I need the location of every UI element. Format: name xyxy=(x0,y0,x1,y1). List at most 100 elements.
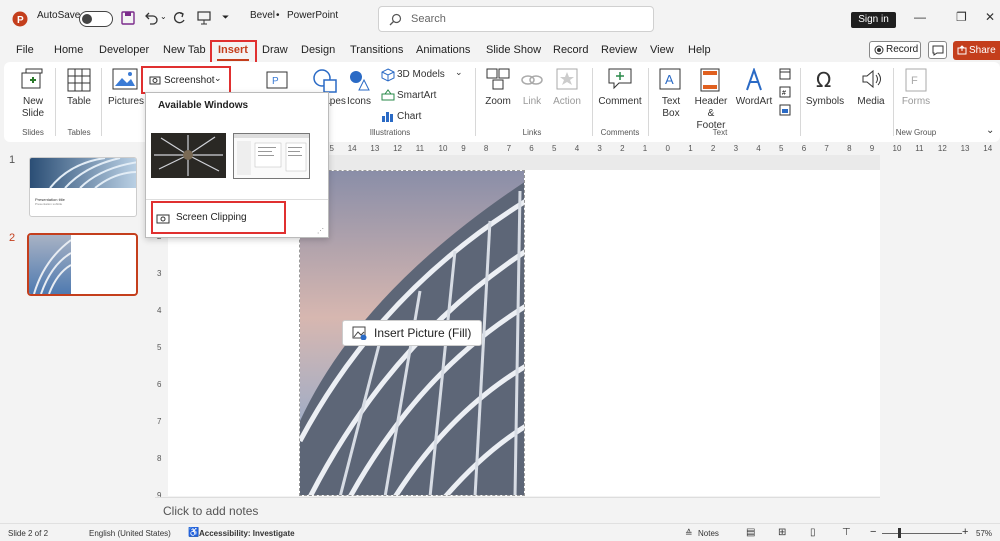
zoom-out-icon[interactable]: − xyxy=(870,526,876,538)
chart-button[interactable]: Chart xyxy=(397,111,421,122)
slide-sorter-icon[interactable]: ⊞ xyxy=(778,527,786,538)
autosave-label: AutoSave xyxy=(37,10,81,21)
header-footer-icon[interactable] xyxy=(700,68,720,92)
available-window-thumbnail-1[interactable] xyxy=(151,133,226,178)
zoom-slider-handle[interactable] xyxy=(898,528,901,538)
tab-record[interactable]: Record xyxy=(553,44,588,56)
group-text-label: Text xyxy=(712,128,728,137)
3d-models-button[interactable]: 3D Models xyxy=(397,69,445,80)
save-icon[interactable] xyxy=(121,11,135,25)
ruler-tick-label: 8 xyxy=(847,144,852,153)
customize-toolbar-icon[interactable]: ⏷ xyxy=(222,12,229,23)
notes-pane[interactable]: Click to add notes xyxy=(155,497,880,523)
slide-thumbnail-1[interactable]: Presentation title Presentation subtitle xyxy=(29,157,137,217)
tab-review[interactable]: Review xyxy=(601,44,637,56)
zoom-level[interactable]: 57% xyxy=(976,529,992,538)
3d-models-icon[interactable] xyxy=(381,68,395,82)
comment-icon xyxy=(932,45,944,56)
symbols-button[interactable]: Symbols xyxy=(805,96,845,107)
screen-clipping-highlight xyxy=(151,201,286,234)
sign-in-button[interactable]: Sign in xyxy=(851,12,896,28)
thumbnail-subtitle: Presentation subtitle xyxy=(35,202,63,206)
table-icon[interactable] xyxy=(67,68,91,92)
chart-icon[interactable] xyxy=(381,109,395,123)
present-from-beginning-icon[interactable] xyxy=(197,11,211,25)
table-button[interactable]: Table xyxy=(62,96,96,107)
zoom-in-icon[interactable]: + xyxy=(962,526,968,538)
tab-transitions[interactable]: Transitions xyxy=(350,44,403,56)
tab-design[interactable]: Design xyxy=(301,44,335,56)
new-slide-button[interactable]: New Slide xyxy=(14,96,52,120)
undo-icon[interactable] xyxy=(144,11,158,25)
insert-picture-label: Insert Picture (Fill) xyxy=(374,326,472,340)
autosave-toggle[interactable] xyxy=(79,11,113,27)
share-label: Share xyxy=(969,45,996,56)
accessibility-status[interactable]: Accessibility: Investigate xyxy=(199,529,295,538)
slide-number-icon[interactable]: # xyxy=(779,86,791,98)
header-footer-button[interactable]: Header & Footer xyxy=(692,96,730,132)
date-time-icon[interactable] xyxy=(779,68,791,80)
collapse-ribbon-icon[interactable]: ⌄ xyxy=(986,125,994,136)
insert-picture-button[interactable]: Insert Picture (Fill) xyxy=(342,320,482,346)
comments-button[interactable] xyxy=(928,41,947,59)
undo-dropdown-icon[interactable]: ⌄ xyxy=(160,12,167,21)
minimize-icon[interactable]: — xyxy=(914,10,926,24)
share-button[interactable]: Share xyxy=(953,41,1000,60)
svg-text:P: P xyxy=(272,76,279,87)
zoom-slider[interactable] xyxy=(882,533,962,534)
ruler-tick-label: 2 xyxy=(710,144,716,153)
group-comments-label: Comments xyxy=(600,128,640,137)
tab-new-tab[interactable]: New Tab xyxy=(163,44,206,56)
pictures-icon[interactable] xyxy=(112,68,138,90)
tab-view[interactable]: View xyxy=(650,44,674,56)
object-icon[interactable] xyxy=(779,104,791,116)
tab-home[interactable]: Home xyxy=(54,44,83,56)
language[interactable]: English (United States) xyxy=(89,529,171,538)
tab-draw[interactable]: Draw xyxy=(262,44,288,56)
tab-developer[interactable]: Developer xyxy=(99,44,149,56)
comment-button[interactable]: Comment xyxy=(597,96,643,107)
ruler-tick-label: 4 xyxy=(574,144,580,153)
record-button[interactable]: Record xyxy=(869,41,921,59)
slide-thumbnail-2[interactable] xyxy=(27,233,138,296)
restore-icon[interactable]: ❐ xyxy=(956,10,967,24)
wordart-icon[interactable] xyxy=(743,68,765,92)
media-icon[interactable] xyxy=(860,68,882,90)
new-comment-icon[interactable] xyxy=(608,68,632,90)
document-name: Bevel xyxy=(250,10,276,21)
action-icon xyxy=(556,68,578,90)
icons-button[interactable]: Icons xyxy=(343,96,375,107)
wordart-button[interactable]: WordArt xyxy=(734,96,774,107)
symbols-icon[interactable]: Ω xyxy=(814,68,836,90)
search-box[interactable]: Search xyxy=(378,6,654,32)
media-button[interactable]: Media xyxy=(853,96,889,107)
smartart-icon[interactable] xyxy=(381,89,395,103)
new-slide-icon[interactable] xyxy=(20,68,44,92)
3d-models-dropdown-icon[interactable]: ⌄ xyxy=(455,67,463,78)
notes-button[interactable]: Notes xyxy=(698,529,719,538)
tab-help[interactable]: Help xyxy=(688,44,711,56)
reading-view-icon[interactable]: ▯ xyxy=(810,527,816,538)
available-window-thumbnail-2[interactable] xyxy=(233,133,310,179)
close-icon[interactable]: ✕ xyxy=(985,10,995,24)
ruler-tick-label: 7 xyxy=(506,144,512,153)
photo-album-icon[interactable]: P xyxy=(266,71,288,89)
smartart-button[interactable]: SmartArt xyxy=(397,90,436,101)
slideshow-view-icon[interactable]: ⊤ xyxy=(842,527,851,538)
zoom-button[interactable]: Zoom xyxy=(480,96,516,107)
tab-animations[interactable]: Animations xyxy=(416,44,470,56)
zoom-icon[interactable] xyxy=(486,68,510,90)
text-box-icon[interactable]: A xyxy=(659,68,681,90)
pictures-button[interactable]: Pictures xyxy=(106,96,146,107)
svg-text:Ω: Ω xyxy=(816,68,831,90)
icons-icon[interactable] xyxy=(347,68,371,92)
resize-grip-icon[interactable]: ⋰ xyxy=(317,227,324,235)
action-button: Action xyxy=(553,96,581,107)
text-box-button[interactable]: Text Box xyxy=(656,96,686,120)
shapes-icon[interactable] xyxy=(312,68,338,94)
normal-view-icon[interactable]: ▤ xyxy=(746,527,755,538)
tab-slide-show[interactable]: Slide Show xyxy=(486,44,541,56)
record-label: Record xyxy=(886,44,919,55)
redo-icon[interactable] xyxy=(172,11,186,25)
tab-file[interactable]: File xyxy=(16,44,34,56)
